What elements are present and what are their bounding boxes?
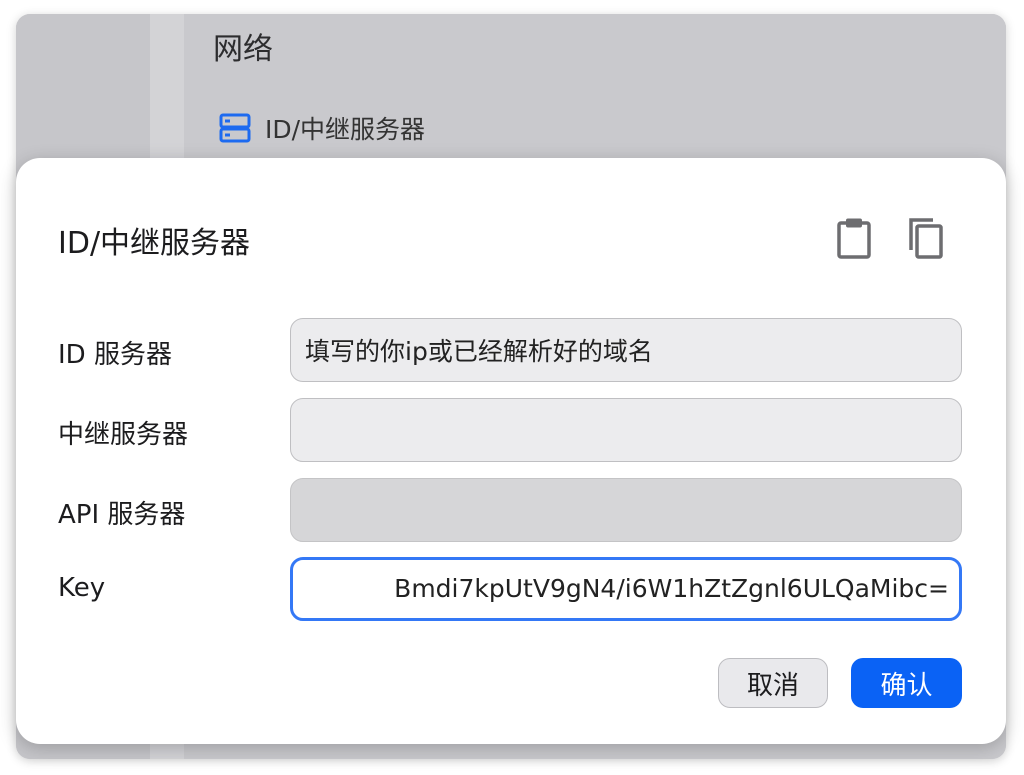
id-relay-server-item-label: ID/中继服务器 — [265, 115, 426, 144]
clipboard-icon[interactable] — [834, 216, 874, 260]
api-server-input — [290, 478, 962, 542]
id-server-label: ID 服务器 — [58, 340, 172, 370]
relay-server-input[interactable] — [290, 398, 962, 462]
confirm-button[interactable]: 确认 — [851, 658, 962, 708]
cancel-button[interactable]: 取消 — [718, 658, 828, 708]
relay-server-label: 中继服务器 — [58, 420, 189, 450]
network-section-title: 网络 — [213, 32, 273, 67]
id-server-input[interactable] — [290, 318, 962, 382]
id-relay-server-dialog: ID/中继服务器 ID 服务器 中继服务器 API 服务器 Key Bmdi7k… — [16, 158, 1006, 744]
key-label: Key — [58, 573, 106, 603]
key-input[interactable]: Bmdi7kpUtV9gN4/i6W1hZtZgnl6ULQaMibc= — [290, 557, 962, 621]
id-relay-server-item[interactable]: ID/中继服务器 — [219, 110, 425, 146]
dialog-title: ID/中继服务器 — [58, 226, 251, 261]
key-input-value: Bmdi7kpUtV9gN4/i6W1hZtZgnl6ULQaMibc= — [394, 574, 949, 603]
api-server-label: API 服务器 — [58, 500, 186, 530]
copy-icon[interactable] — [905, 216, 945, 260]
server-icon — [219, 112, 251, 144]
